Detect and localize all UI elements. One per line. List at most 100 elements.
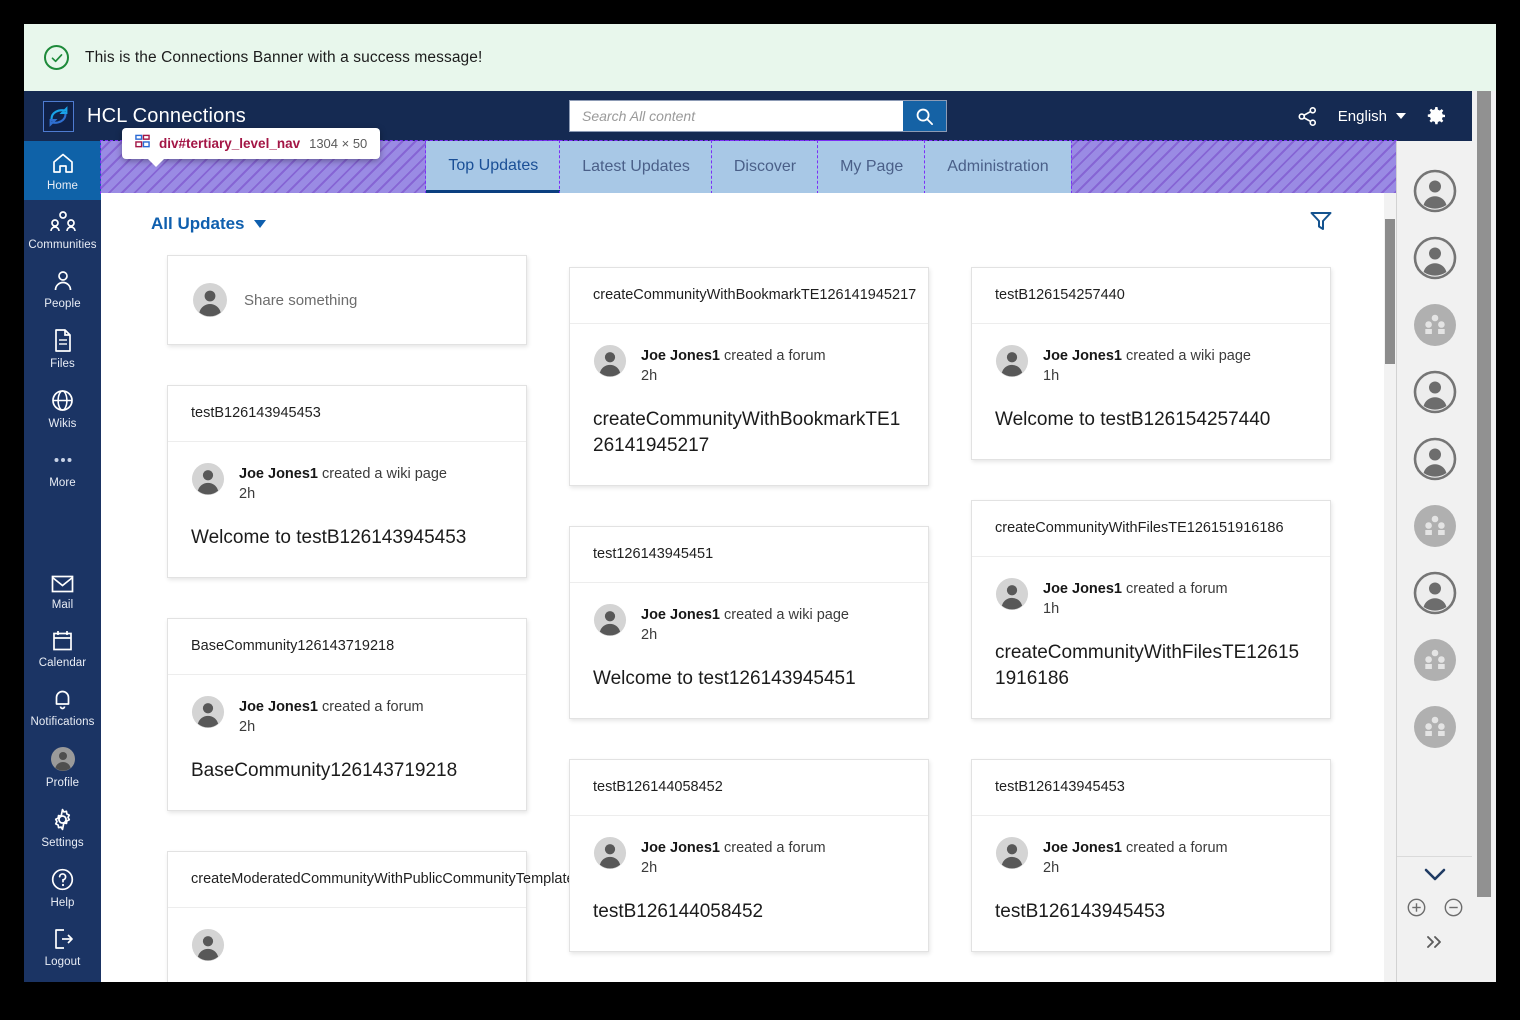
card-actor: Joe Jones1 bbox=[239, 698, 318, 715]
sidebar-item-logout[interactable]: Logout bbox=[24, 917, 101, 982]
card-title[interactable]: testB126144058452 bbox=[593, 899, 905, 925]
all-updates-dropdown[interactable]: All Updates bbox=[151, 214, 266, 234]
card-meta: Joe Jones1 created a forum 2h bbox=[593, 344, 905, 386]
filter-button[interactable] bbox=[1309, 210, 1333, 237]
tab-administration[interactable]: Administration bbox=[924, 140, 1072, 194]
sidebar-item-home[interactable]: Home bbox=[24, 141, 101, 200]
card-action: created a forum bbox=[1126, 840, 1228, 857]
share-something-box[interactable]: Share something bbox=[167, 255, 527, 345]
card-title[interactable]: testB126143945453 bbox=[995, 899, 1307, 925]
card-title[interactable]: Welcome to testB126154257440 bbox=[995, 407, 1307, 433]
card-actor: Joe Jones1 bbox=[239, 466, 318, 483]
community-avatar-icon[interactable] bbox=[1413, 303, 1457, 347]
logout-icon bbox=[54, 929, 73, 949]
tab-discover[interactable]: Discover bbox=[710, 140, 820, 194]
update-card[interactable]: BaseCommunity126143719218 Joe Jones1 cre… bbox=[167, 617, 527, 811]
update-card[interactable]: testB126143945453 Joe Jones1 created a f… bbox=[971, 759, 1331, 952]
sidebar-item-mail[interactable]: Mail bbox=[24, 564, 101, 619]
avatar-icon bbox=[593, 837, 627, 870]
card-meta-text: Joe Jones1 created a forum 2h bbox=[1043, 836, 1228, 878]
person-avatar-icon[interactable] bbox=[1413, 236, 1457, 280]
minus-circle-icon[interactable] bbox=[1444, 898, 1463, 922]
update-card[interactable]: createCommunityWithFilesTE126151916186 J… bbox=[971, 499, 1331, 720]
content-scrollbar[interactable] bbox=[1384, 193, 1396, 982]
sidebar-item-settings[interactable]: Settings bbox=[24, 797, 101, 857]
card-community-name: test126143945451 bbox=[570, 527, 928, 584]
tab-latest-updates[interactable]: Latest Updates bbox=[559, 140, 713, 194]
person-avatar-icon[interactable] bbox=[1413, 437, 1457, 481]
sidebar-item-calendar[interactable]: Calendar bbox=[24, 619, 101, 677]
content-scrollbar-thumb[interactable] bbox=[1385, 219, 1395, 364]
home-icon bbox=[52, 153, 73, 173]
devtools-element-icon bbox=[135, 134, 150, 154]
update-card[interactable]: createCommunityWithBookmarkTE12614194521… bbox=[569, 267, 929, 487]
update-card[interactable]: test126143945451 Joe Jones1 created a wi… bbox=[569, 526, 929, 720]
update-card[interactable]: testB126143945453 Joe Jones1 created a w… bbox=[167, 385, 527, 578]
card-title[interactable]: Welcome to testB126143945453 bbox=[191, 525, 503, 551]
sidebar-item-communities[interactable]: Communities bbox=[24, 200, 101, 259]
person-avatar-icon[interactable] bbox=[1413, 370, 1457, 414]
card-meta: Joe Jones1 created a wiki page 2h bbox=[593, 603, 905, 645]
card-title[interactable]: createCommunityWithBookmarkTE12614194521… bbox=[593, 407, 905, 459]
update-card[interactable]: testB126154257440 Joe Jones1 created a w… bbox=[971, 267, 1331, 460]
card-time: 1h bbox=[1043, 600, 1060, 617]
card-body: Joe Jones1 created a forum 2h createComm… bbox=[570, 324, 928, 485]
search-button[interactable] bbox=[903, 101, 946, 131]
chevron-down-icon bbox=[1396, 113, 1406, 119]
card-action: created a forum bbox=[322, 698, 424, 715]
person-avatar-icon[interactable] bbox=[1413, 571, 1457, 615]
card-action: created a forum bbox=[724, 348, 826, 365]
person-avatar-icon[interactable] bbox=[1413, 169, 1457, 213]
tab-my-page[interactable]: My Page bbox=[817, 140, 927, 194]
connections-logo-icon[interactable] bbox=[43, 100, 74, 132]
sidebar-item-profile[interactable]: Profile bbox=[24, 736, 101, 797]
card-body: Joe Jones1 created a wiki page 2h Welcom… bbox=[570, 583, 928, 718]
person-icon bbox=[54, 271, 71, 291]
card-meta: Joe Jones1 created a wiki page 2h bbox=[191, 462, 503, 504]
card-title[interactable]: Welcome to test126143945451 bbox=[593, 666, 905, 692]
avatar-icon bbox=[593, 344, 627, 378]
card-title[interactable]: createCommunityWithFilesTE126151916186 bbox=[995, 640, 1307, 692]
search-input[interactable] bbox=[570, 101, 903, 131]
card-time: 2h bbox=[1043, 859, 1060, 876]
sidebar-item-more[interactable]: More bbox=[24, 438, 101, 497]
card-action: created a forum bbox=[724, 840, 826, 857]
sidebar-item-files[interactable]: Files bbox=[24, 318, 101, 378]
update-card[interactable]: testB126144058452 Joe Jones1 created a f… bbox=[569, 759, 929, 952]
card-time: 2h bbox=[641, 859, 658, 876]
card-body: Joe Jones1 created a wiki page 1h Welcom… bbox=[972, 324, 1330, 459]
double-chevron-right-icon[interactable] bbox=[1423, 933, 1447, 956]
card-meta-text: Joe Jones1 created a wiki page 2h bbox=[641, 603, 849, 645]
share-something-placeholder: Share something bbox=[244, 291, 358, 309]
page-scrollbar-thumb[interactable] bbox=[1477, 91, 1491, 897]
community-avatar-icon[interactable] bbox=[1413, 638, 1457, 682]
tab-top-updates[interactable]: Top Updates bbox=[425, 140, 562, 194]
update-card[interactable]: createModeratedCommunityWithPublicCommun… bbox=[167, 850, 671, 982]
language-selector[interactable]: English bbox=[1332, 108, 1412, 125]
share-icon[interactable] bbox=[1284, 91, 1332, 141]
community-avatar-icon[interactable] bbox=[1413, 705, 1457, 749]
card-community-name: testB126143945453 bbox=[972, 760, 1330, 817]
card-body: Joe Jones1 created a wiki page 2h Welcom… bbox=[168, 442, 526, 577]
sidebar-item-notifications[interactable]: Notifications bbox=[24, 677, 101, 736]
card-action: created a forum bbox=[1126, 580, 1228, 597]
page-scrollbar[interactable] bbox=[1472, 91, 1496, 982]
card-meta: Joe Jones1 created a forum 2h bbox=[593, 836, 905, 878]
card-meta: Joe Jones1 created a forum 1h bbox=[995, 577, 1307, 619]
card-time: 1h bbox=[1043, 367, 1060, 384]
sidebar-item-label: Settings bbox=[41, 837, 84, 849]
all-updates-label: All Updates bbox=[151, 214, 245, 233]
card-title[interactable]: BaseCommunity126143719218 bbox=[191, 758, 503, 784]
question-circle-icon bbox=[51, 868, 74, 891]
avatar-icon bbox=[50, 747, 75, 771]
sidebar-item-people[interactable]: People bbox=[24, 259, 101, 318]
sidebar-item-wikis[interactable]: Wikis bbox=[24, 378, 101, 438]
plus-circle-icon[interactable] bbox=[1407, 898, 1426, 922]
card-meta-text: Joe Jones1 created a wiki page 1h bbox=[1043, 344, 1251, 386]
community-avatar-icon[interactable] bbox=[1413, 504, 1457, 548]
sidebar-item-help[interactable]: Help bbox=[24, 857, 101, 917]
globe-icon bbox=[52, 390, 73, 411]
chevron-down-icon[interactable] bbox=[1420, 865, 1450, 890]
gear-icon[interactable] bbox=[1412, 91, 1460, 141]
gear-icon bbox=[54, 808, 71, 831]
